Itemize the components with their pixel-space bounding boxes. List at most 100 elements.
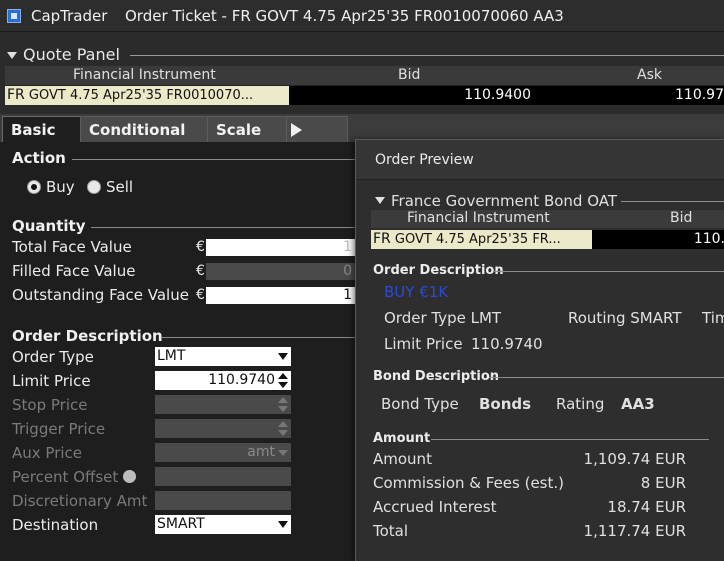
buy-label[interactable]: Buy [46,178,75,196]
stepper-up-icon[interactable] [278,373,288,379]
title-bar: CapTrader Order Ticket - FR GOVT 4.75 Ap… [0,0,724,32]
bid-cell[interactable]: 110.9400 [365,87,531,103]
quantity-section-title: Quantity [12,217,86,235]
currency-symbol: € [196,263,205,279]
stepper-up-icon [278,397,288,403]
quote-panel-header[interactable]: Quote Panel [0,44,724,66]
destination-label: Destination [12,516,99,534]
app-logo-icon [7,9,21,23]
accrued-interest-label: Accrued Interest [373,498,497,516]
outstanding-face-value-field[interactable]: 1 [206,287,356,304]
filled-face-value-field: 0 [206,263,356,280]
order-type-select[interactable]: LMT [155,347,291,366]
dropdown-arrow-icon [278,521,288,528]
divider [162,337,356,338]
stepper-down-icon [278,406,288,412]
aux-price-field: amt [155,443,291,462]
play-arrow-icon [291,123,302,137]
action-section-title: Action [12,149,66,167]
divider [91,227,356,228]
order-type-label: Order Type [12,348,94,366]
order-preview-title: Order Preview [375,152,474,168]
limit-price-value: 110.9740 [471,335,543,353]
order-form: Action Buy Sell Quantity Total Face Valu… [0,142,356,561]
tab-scale[interactable]: Scale [207,116,287,142]
order-description-section-title: Order Description [12,327,163,345]
divider [72,159,356,160]
quote-panel-title: Quote Panel [23,45,120,64]
sell-radio[interactable] [87,180,101,194]
column-header-instrument: Financial Instrument [407,210,550,226]
tab-basic[interactable]: Basic [2,116,82,142]
total-face-value-label: Total Face Value [12,238,132,256]
tab-scroll-button[interactable] [286,116,348,142]
order-type-text: Order Type LMT [384,309,502,327]
collapse-triangle-icon[interactable] [375,197,385,204]
ask-cell[interactable]: 110.97 [605,87,724,103]
amount-value: 1,109.74 EUR [583,450,686,468]
bond-type-value: Bonds [479,395,532,413]
trigger-price-label: Trigger Price [12,420,106,438]
total-label: Total [373,522,409,540]
window-title: Order Ticket - FR GOVT 4.75 Apr25'35 FR0… [125,7,564,25]
stepper-down-icon[interactable] [278,382,288,388]
order-preview-titlebar[interactable]: Order Preview [356,140,724,180]
currency-symbol: € [196,287,205,303]
currency-symbol: € [196,239,205,255]
bond-description-title: Bond Description [373,369,500,384]
limit-price-label: Limit Price [12,372,91,390]
column-header-ask[interactable]: Ask [637,67,662,83]
preview-table-row: FR GOVT 4.75 Apr25'35 FR... 110. [371,230,724,249]
dropdown-arrow-icon [278,450,288,456]
divider [621,201,724,202]
tab-conditional[interactable]: Conditional [80,116,208,142]
column-header-bid[interactable]: Bid [398,67,420,83]
divider [493,271,724,272]
bid-cell: 110. [693,231,724,247]
filled-face-value-label: Filled Face Value [12,262,136,280]
total-value: 1,117.74 EUR [583,522,686,540]
column-header-instrument[interactable]: Financial Instrument [73,67,216,83]
percent-offset-label: Percent Offset [12,468,119,486]
quote-table-header: Financial Instrument Bid Ask [5,66,724,86]
column-header-bid: Bid [670,210,693,226]
divider [489,377,724,378]
routing-text: Routing SMART [568,309,682,327]
discretionary-amt-field [155,491,291,510]
order-preview-dialog: Order Preview France Government Bond OAT… [355,139,724,561]
stop-price-label: Stop Price [12,396,88,414]
instrument-cell[interactable]: FR GOVT 4.75 Apr25'35 FR0010070... [5,86,289,105]
preview-table-header: Financial Instrument Bid [371,210,724,228]
dropdown-arrow-icon [278,353,288,360]
order-description-title: Order Description [373,263,504,278]
tif-text: Tim [702,309,724,327]
quote-table-row[interactable]: FR GOVT 4.75 Apr25'35 FR0010070... 110.9… [5,86,724,105]
commission-value: 8 EUR [640,474,686,492]
sell-label[interactable]: Sell [106,178,133,196]
limit-price-stepper[interactable]: 110.9740 [155,371,291,390]
aux-price-label: Aux Price [12,444,83,462]
divider [431,439,709,440]
collapse-triangle-icon[interactable] [7,52,17,59]
accrued-interest-value: 18.74 EUR [607,498,686,516]
total-face-value-field[interactable]: 1 [206,239,356,256]
instrument-cell: FR GOVT 4.75 Apr25'35 FR... [371,230,592,249]
rating-label: Rating [556,395,605,413]
divider [130,55,724,56]
buy-summary: BUY €1K [384,283,449,301]
buy-radio[interactable] [27,180,41,194]
amount-section-title: Amount [373,431,431,446]
amount-label: Amount [373,450,432,468]
stop-price-stepper [155,395,291,414]
outstanding-face-value-label: Outstanding Face Value [12,286,189,304]
tab-bar: Basic Conditional Scale [0,114,724,142]
bond-type-label: Bond Type [381,395,459,413]
bond-section-title: France Government Bond OAT [391,192,618,210]
info-icon[interactable] [123,470,136,483]
destination-select[interactable]: SMART [155,515,291,534]
stepper-up-icon [278,421,288,427]
percent-offset-field [155,467,291,486]
discretionary-amt-label: Discretionary Amt [12,492,148,510]
trigger-price-stepper [155,419,291,438]
rating-value: AA3 [621,395,655,413]
